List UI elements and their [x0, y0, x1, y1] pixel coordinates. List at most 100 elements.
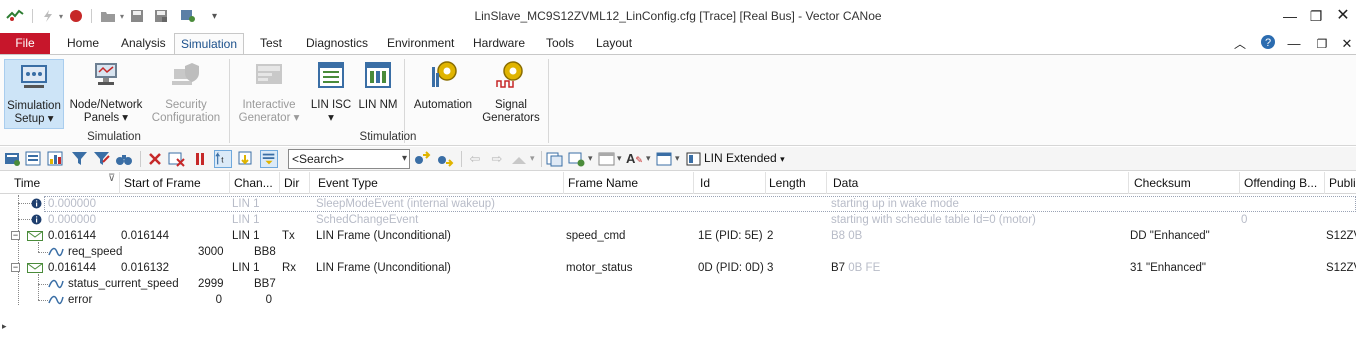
tab-analysis[interactable]: Analysis	[113, 33, 174, 54]
maximize-icon[interactable]: ❐	[1306, 6, 1326, 26]
col-start-of-frame[interactable]: Start of Frame	[120, 172, 230, 194]
tab-file[interactable]: File	[0, 33, 50, 54]
filter-edit-icon[interactable]	[93, 150, 111, 168]
time-filter-icon[interactable]: ⊽	[108, 172, 115, 190]
col-time[interactable]: Time ⊽	[10, 172, 120, 194]
simulation-setup-button[interactable]: Simulation Setup ▾	[4, 59, 64, 129]
cell-event-type: SchedChangeEvent	[316, 214, 419, 226]
signal-row[interactable]: req_speed 3000 BB8	[0, 244, 1356, 260]
tab-hardware[interactable]: Hardware	[465, 33, 533, 54]
col-id[interactable]: Id	[696, 172, 766, 194]
font-size-icon[interactable]: A✎	[626, 150, 644, 168]
trace-settings-icon[interactable]	[4, 150, 22, 168]
col-length[interactable]: Length	[765, 172, 827, 194]
ribbon-restore-icon[interactable]: ❐	[1312, 34, 1332, 54]
table-row[interactable]: − 0.016144 0.016144 LIN 1 Tx LIN Frame (…	[0, 228, 1356, 244]
col-dir[interactable]: Dir	[280, 172, 310, 194]
close-icon[interactable]: ✕	[1333, 6, 1353, 26]
detail-view-icon[interactable]	[25, 150, 43, 168]
automation-button[interactable]: Automation	[412, 59, 474, 112]
lin-isc-button[interactable]: LIN ISC ▾	[310, 59, 352, 125]
time-mode-icon[interactable]: t	[214, 150, 232, 168]
lin-isc-dropdown-icon[interactable]: ▾	[310, 112, 352, 125]
ribbon: Simulation Setup ▾ Node/Network Panels ▾…	[0, 54, 1356, 146]
cell-data: B7 0B FE	[831, 260, 880, 276]
statistics-icon[interactable]	[47, 150, 65, 168]
table-row[interactable]: − 0.016144 0.016132 LIN 1 Rx LIN Frame (…	[0, 260, 1356, 276]
tab-diagnostics[interactable]: Diagnostics	[298, 33, 376, 54]
collapse-icon[interactable]: −	[11, 231, 20, 240]
scroll-indicator-icon[interactable]: ▸	[2, 321, 7, 332]
find-icon[interactable]	[115, 150, 133, 168]
col-channel[interactable]: Chan...	[230, 172, 280, 194]
columns-dropdown-icon[interactable]: ▾	[617, 153, 622, 164]
find-previous-icon[interactable]	[413, 150, 431, 168]
export-dropdown-icon[interactable]: ▾	[588, 153, 593, 164]
export-icon[interactable]	[568, 150, 586, 168]
automation-label: Automation	[413, 99, 473, 111]
clear-icon[interactable]	[146, 150, 164, 168]
columns-icon[interactable]	[598, 150, 616, 168]
trace-table-body: 0.000000 LIN 1 SleepModeEvent (internal …	[0, 195, 1356, 346]
security-configuration-icon	[172, 63, 199, 85]
cell-dir: Rx	[282, 262, 297, 274]
svg-text:t: t	[221, 156, 224, 165]
tab-test[interactable]: Test	[252, 33, 290, 54]
security-label-2: Configuration	[151, 112, 221, 124]
search-input[interactable]: <Search> ▾	[288, 149, 410, 169]
collapse-icon[interactable]: −	[11, 263, 20, 272]
interactive-label-2: Generator ▾	[238, 112, 300, 124]
marker-icon[interactable]	[510, 150, 528, 168]
font-dropdown-icon[interactable]: ▾	[646, 153, 651, 164]
table-row[interactable]: 0.000000 LIN 1 SchedChangeEvent starting…	[0, 212, 1356, 228]
pause-icon[interactable]	[191, 150, 209, 168]
col-event-type[interactable]: Event Type	[314, 172, 564, 194]
minimize-icon[interactable]: —	[1280, 6, 1300, 26]
signal-wave-icon	[48, 279, 64, 289]
tab-layout[interactable]: Layout	[588, 33, 640, 54]
col-publisher[interactable]: Publi	[1325, 172, 1356, 194]
collapse-ribbon-icon[interactable]: ︿	[1230, 34, 1250, 54]
filter-icon[interactable]	[71, 150, 89, 168]
marker-dropdown-icon[interactable]: ▾	[530, 153, 535, 164]
col-offending-byte[interactable]: Offending B...	[1240, 172, 1325, 194]
ribbon-minimize-icon[interactable]: —	[1284, 34, 1304, 54]
signal-name: status_current_speed	[68, 278, 179, 290]
layout-icon[interactable]	[656, 150, 674, 168]
copy-icon[interactable]	[546, 150, 564, 168]
tab-home[interactable]: Home	[59, 33, 107, 54]
find-next-icon[interactable]	[436, 150, 454, 168]
tab-simulation[interactable]: Simulation	[174, 33, 244, 55]
help-icon[interactable]: ?	[1258, 34, 1278, 54]
interactive-generator-button[interactable]: Interactive Generator ▾	[234, 59, 304, 125]
signal-name: error	[68, 294, 93, 306]
tab-environment[interactable]: Environment	[379, 33, 462, 54]
chronological-view-icon[interactable]	[260, 150, 278, 168]
simulation-setup-label-2: Setup ▾	[14, 113, 54, 125]
view-selector[interactable]: LIN Extended ▾	[704, 151, 785, 165]
col-frame-name[interactable]: Frame Name	[564, 172, 694, 194]
col-checksum[interactable]: Checksum	[1130, 172, 1240, 194]
node-network-label-1: Node/Network	[69, 99, 143, 111]
search-dropdown-icon[interactable]: ▾	[402, 150, 407, 168]
forward-icon[interactable]: ⇨	[488, 150, 506, 168]
layout-dropdown-icon[interactable]: ▾	[675, 153, 680, 164]
lin-nm-button[interactable]: LIN NM	[358, 59, 398, 112]
stimulation-group-label: Stimulation	[359, 131, 417, 143]
security-configuration-button[interactable]: Security Configuration	[150, 59, 222, 125]
cell-channel: LIN 1	[232, 214, 260, 226]
back-icon[interactable]: ⇦	[466, 150, 484, 168]
signal-row[interactable]: status_current_speed 2999 BB7	[0, 276, 1356, 292]
cell-data: starting up in wake mode	[831, 198, 959, 210]
signal-row[interactable]: error 0 0	[0, 292, 1356, 308]
scroll-icon[interactable]	[237, 150, 255, 168]
signal-generators-button[interactable]: Signal Generators	[480, 59, 542, 125]
cell-time: 0.000000	[48, 214, 96, 226]
clear-filter-icon[interactable]	[168, 150, 186, 168]
col-data[interactable]: Data	[829, 172, 1129, 194]
view-config-icon[interactable]	[685, 150, 703, 168]
tab-tools[interactable]: Tools	[538, 33, 582, 54]
ribbon-close-icon[interactable]: ✕	[1337, 34, 1356, 54]
cell-dir: Tx	[282, 230, 295, 242]
node-network-panels-button[interactable]: Node/Network Panels ▾	[68, 59, 144, 125]
